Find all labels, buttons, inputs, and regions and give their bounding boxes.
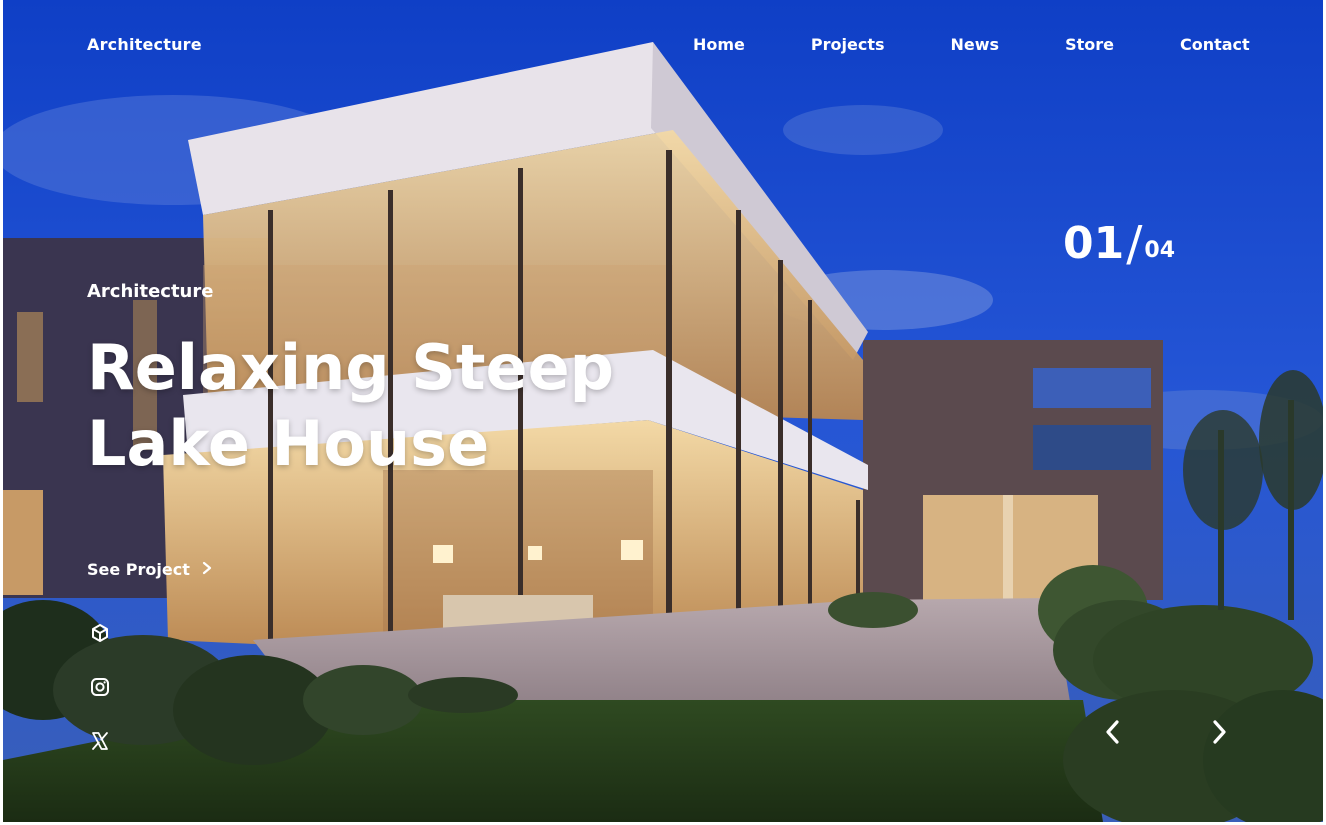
see-project-button[interactable]: See Project bbox=[87, 560, 212, 579]
slider-controls bbox=[1097, 715, 1235, 749]
slide-title-line-1: Relaxing Steep bbox=[87, 331, 614, 404]
slide-title: Relaxing Steep Lake House bbox=[87, 330, 614, 482]
chevron-right-icon bbox=[202, 560, 212, 579]
nav-contact[interactable]: Contact bbox=[1180, 35, 1250, 54]
slide-counter: 01 / 04 bbox=[1063, 216, 1176, 272]
slide-category: Architecture bbox=[87, 281, 214, 302]
hero-slide: Architecture Home Projects News Store Co… bbox=[3, 0, 1323, 822]
brand-logo[interactable]: Architecture bbox=[87, 35, 202, 54]
next-slide-button[interactable] bbox=[1205, 715, 1235, 749]
see-project-label: See Project bbox=[87, 560, 190, 579]
nav-news[interactable]: News bbox=[951, 35, 1000, 54]
nav-projects[interactable]: Projects bbox=[811, 35, 885, 54]
chevron-right-icon bbox=[1213, 720, 1226, 744]
slide-counter-current: 01 bbox=[1063, 218, 1125, 269]
slide-counter-total: 04 bbox=[1144, 238, 1176, 263]
instagram-icon[interactable] bbox=[89, 676, 111, 698]
nav-store[interactable]: Store bbox=[1065, 35, 1114, 54]
x-icon[interactable] bbox=[89, 730, 111, 752]
nav-home[interactable]: Home bbox=[693, 35, 745, 54]
chevron-left-icon bbox=[1106, 720, 1119, 744]
slide-counter-separator: / bbox=[1126, 216, 1143, 272]
page: Architecture Home Projects News Store Co… bbox=[0, 0, 1326, 825]
cube-icon[interactable] bbox=[89, 622, 111, 644]
slide-title-line-2: Lake House bbox=[87, 407, 490, 480]
social-links bbox=[89, 622, 111, 784]
main-nav: Home Projects News Store Contact bbox=[693, 35, 1250, 54]
prev-slide-button[interactable] bbox=[1097, 715, 1127, 749]
